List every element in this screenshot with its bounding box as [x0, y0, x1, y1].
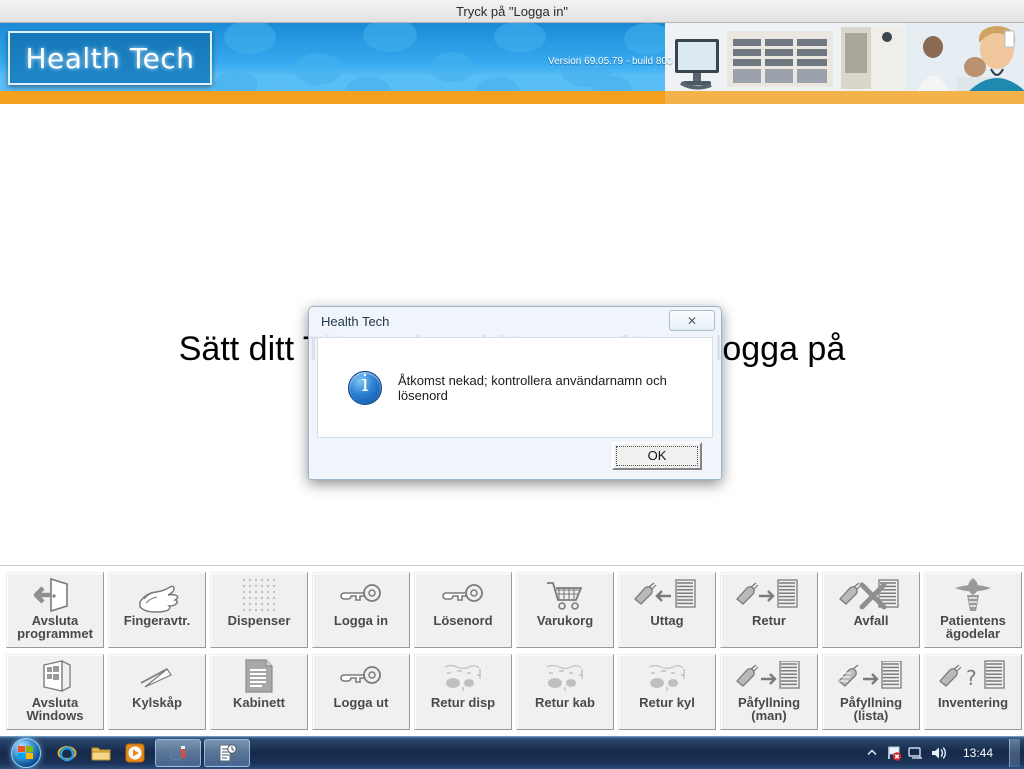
volume-icon[interactable]: [927, 745, 949, 761]
show-hidden-icons-chevron-icon[interactable]: [861, 747, 883, 759]
health-tech-app-icon: [169, 746, 185, 761]
taskbar-task-document[interactable]: [204, 739, 250, 767]
action-button-uttag[interactable]: Uttag: [618, 572, 716, 648]
return-cabinet-icon: [543, 658, 587, 696]
action-button-label-second-line: (man): [751, 708, 787, 723]
message-dialog[interactable]: Health Tech ✕ Åtkomst nekad; kontrollera…: [308, 306, 722, 480]
dialog-footer: OK: [317, 438, 713, 473]
folder-explorer-icon[interactable]: [84, 738, 118, 768]
key-icon: [440, 576, 486, 614]
close-icon[interactable]: ✕: [669, 310, 715, 331]
window-title-bar: Tryck på "Logga in": [0, 0, 1024, 23]
shopping-cart-icon: [545, 576, 585, 614]
action-button-label: Logga in: [333, 613, 389, 628]
patient-belongings-icon: [953, 576, 993, 614]
info-icon: [348, 370, 382, 405]
dot-grid-icon: [239, 576, 279, 614]
refill-list-icon: [837, 658, 905, 696]
action-button-fingeravtr[interactable]: Fingeravtr.: [108, 572, 206, 648]
action-button-inventering[interactable]: ? Inventering: [924, 654, 1022, 730]
syringe-arrow-left-list-icon: [633, 576, 701, 614]
banner-photo-montage: [665, 23, 1024, 108]
action-button-label: Retur disp: [430, 695, 496, 710]
key-icon: [338, 658, 384, 696]
action-center-flag-icon[interactable]: [883, 744, 905, 762]
key-icon: [338, 576, 384, 614]
action-button-l-senord[interactable]: Lösenord: [414, 572, 512, 648]
action-button-panel: Avsluta programmet Fingeravtr. Dispenser Log…: [0, 566, 1024, 736]
internet-explorer-icon[interactable]: [50, 738, 84, 768]
syringe-arrow-right-list-icon: [735, 576, 803, 614]
action-button-row-1: Avsluta programmet Fingeravtr. Dispenser Log…: [0, 572, 1024, 648]
action-button-label: Avfall: [853, 613, 889, 628]
action-button-label: Varukorg: [536, 613, 594, 628]
dialog-message: Åtkomst nekad; kontrollera användarnamn …: [398, 372, 667, 403]
action-button-kylsk-p[interactable]: Kylskåp: [108, 654, 206, 730]
action-button-label: Kabinett: [233, 695, 285, 710]
action-button-logga-in[interactable]: Logga in: [312, 572, 410, 648]
action-button-label-second-line: Windows: [26, 708, 84, 723]
ok-button[interactable]: OK: [612, 441, 702, 470]
action-button-label: Retur kab: [535, 695, 595, 710]
action-button-row-2: Avsluta Windows Kylskåp Kabinett Logga ut Ret…: [0, 654, 1024, 730]
action-button-label: Retur kyl: [639, 695, 695, 710]
exit-door-icon: [33, 576, 77, 614]
show-desktop-button[interactable]: [1009, 739, 1020, 767]
action-button-label: Dispenser: [227, 613, 291, 628]
window-title: Tryck på "Logga in": [455, 3, 569, 19]
action-button-avsluta[interactable]: Avsluta Windows: [6, 654, 104, 730]
dialog-body: Åtkomst nekad; kontrollera användarnamn …: [317, 337, 713, 438]
windows-start-orb-icon[interactable]: [2, 738, 50, 768]
action-button-label-second-line: programmet: [17, 626, 93, 641]
refill-manual-icon: [735, 658, 803, 696]
cabinet-document-icon: [240, 658, 278, 696]
windows-taskbar: 13:44: [0, 736, 1024, 769]
fridge-icon: [137, 658, 177, 696]
action-button-label: Inventering: [937, 695, 1009, 710]
action-button-p-fyllning[interactable]: Påfyllning (lista): [822, 654, 920, 730]
action-button-avsluta[interactable]: Avsluta programmet: [6, 572, 104, 648]
action-button-label-second-line: ägodelar: [945, 626, 1001, 641]
action-button-label: Uttag: [650, 613, 684, 628]
svg-text:?: ?: [966, 666, 977, 690]
action-button-retur[interactable]: Retur: [720, 572, 818, 648]
action-button-label: Lösenord: [433, 613, 493, 628]
taskbar-task-health-tech[interactable]: [155, 739, 201, 767]
action-button-dispenser[interactable]: Dispenser: [210, 572, 308, 648]
action-button-kabinett[interactable]: Kabinett: [210, 654, 308, 730]
taskbar-clock[interactable]: 13:44: [949, 746, 1007, 760]
action-button-retur-kab[interactable]: Retur kab: [516, 654, 614, 730]
fingerprint-hand-icon: [134, 576, 180, 614]
action-button-label: Fingeravtr.: [123, 613, 191, 628]
action-button-logga-ut[interactable]: Logga ut: [312, 654, 410, 730]
return-fridge-icon: [645, 658, 689, 696]
ok-button-label: OK: [616, 445, 698, 466]
dialog-title: Health Tech: [321, 314, 390, 329]
action-button-label: Logga ut: [333, 695, 389, 710]
media-player-icon[interactable]: [118, 738, 152, 768]
logo-text: Health Tech: [25, 41, 195, 75]
action-button-retur-disp[interactable]: Retur disp: [414, 654, 512, 730]
action-button-retur-kyl[interactable]: Retur kyl: [618, 654, 716, 730]
syringe-waste-cross-icon: [838, 576, 904, 614]
dialog-title-bar: Health Tech ✕: [310, 308, 720, 335]
document-app-icon: [219, 744, 237, 762]
action-button-avfall[interactable]: Avfall: [822, 572, 920, 648]
action-button-p-fyllning[interactable]: Påfyllning (man): [720, 654, 818, 730]
action-button-label-second-line: (lista): [853, 708, 889, 723]
health-tech-logo: Health Tech: [8, 31, 212, 85]
app-banner: Health Tech Version 69.05.79 - build 800: [0, 23, 1024, 108]
system-tray: 13:44: [861, 738, 1024, 768]
action-button-patientens[interactable]: Patientens ägodelar: [924, 572, 1022, 648]
network-icon[interactable]: [905, 745, 927, 761]
windows-shutdown-icon: [36, 658, 74, 696]
version-label: Version 69.05.79 - build 800: [548, 56, 673, 67]
action-button-label: Kylskåp: [132, 695, 182, 710]
return-dispenser-icon: [441, 658, 485, 696]
action-button-label: Retur: [752, 613, 786, 628]
action-button-varukorg[interactable]: Varukorg: [516, 572, 614, 648]
inventory-question-icon: ?: [938, 658, 1008, 696]
